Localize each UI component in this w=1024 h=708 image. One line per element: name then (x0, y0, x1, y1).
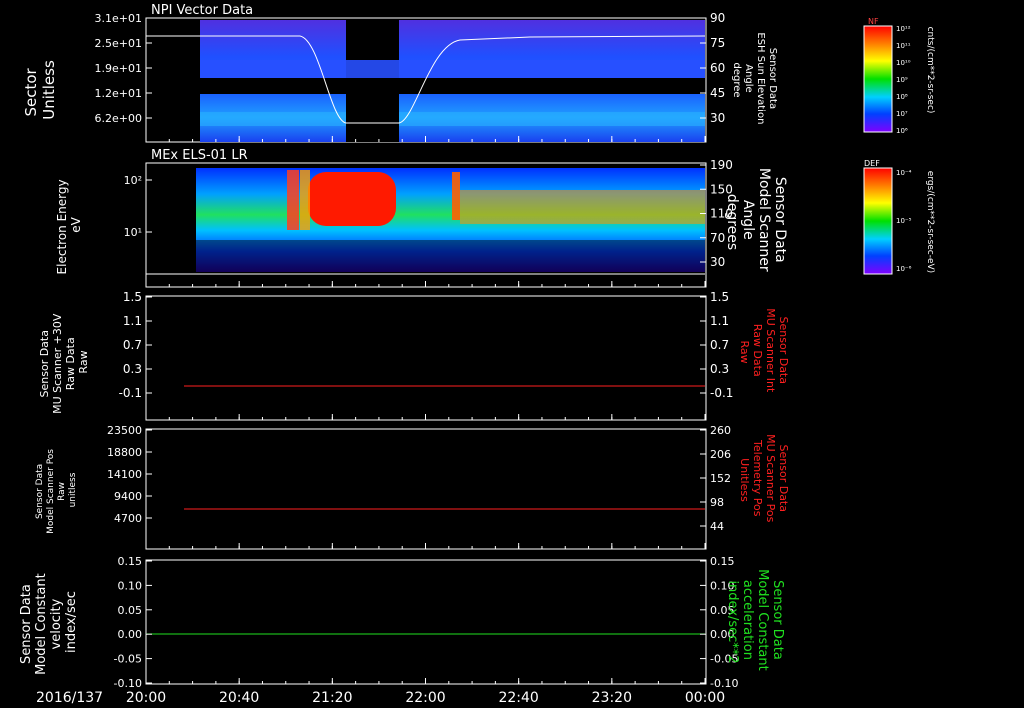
panel-5-left-tick-label: 0.05 (118, 604, 143, 617)
panel-2-left-tick-label: 10² (124, 174, 142, 187)
time-tick-label: 23:20 (592, 690, 632, 706)
spectrogram-2-burst-edge (300, 170, 310, 230)
panel-1-right-tick-label: 75 (710, 36, 725, 50)
panel-1-spectrogram (200, 20, 705, 142)
panel-4-right-tick-label: 44 (710, 520, 724, 533)
panel-3-left-tick-label: -0.1 (119, 386, 142, 400)
spectrogram-band-low-a (200, 112, 346, 126)
panel-5-left-tick-label: -0.10 (114, 677, 142, 690)
spectrogram-2-burst-b (308, 172, 396, 226)
panel-5-left-tick-label: 0.10 (118, 579, 143, 592)
panel-3-right-tick-label: 0.7 (710, 338, 729, 352)
panel-1-right-tick-label: 90 (710, 11, 725, 25)
panel-4-right-tick-label: 206 (710, 448, 731, 461)
spectrogram-band-mid (200, 60, 705, 78)
colorbar-1-unit: cnts/(cm**2-sr-sec) (925, 27, 935, 114)
panel-1-left-tick-label: 6.2e+00 (95, 112, 142, 125)
panel-5-left-tick-label: 0.15 (118, 555, 143, 568)
colorbar-2-unit: ergs/(cm**2-sr-sec-eV) (925, 171, 935, 273)
panel-2-left-tick-label: 10¹ (124, 226, 142, 239)
colorbar-1-title: NF (868, 17, 879, 26)
spectrogram-2-burst-c (452, 172, 460, 220)
panel-5-right-tick-label: -0.10 (710, 677, 738, 690)
spectrogram-2-low-energy (196, 240, 705, 272)
panel-3-right-tick-label: 0.3 (710, 362, 729, 376)
panel-3-right-tick-label: 1.1 (710, 314, 729, 328)
colorbar-1-tick-label: 10⁸ (896, 93, 908, 101)
time-tick-label: 22:40 (498, 690, 538, 706)
panel-2-right-tick-label: 30 (710, 255, 725, 269)
panel-1-right-tick-label: 60 (710, 61, 725, 75)
panel-1-right-tick-label: 45 (710, 86, 725, 100)
spectrogram-2-band (460, 190, 705, 224)
time-axis-date: 2016/137 (36, 690, 103, 706)
time-tick-label: 21:20 (312, 690, 352, 706)
panel-5-left-tick-label: -0.05 (114, 653, 142, 666)
panel-4-left-tick-label: 14100 (107, 468, 142, 481)
colorbar-2-tick-label: 10⁻⁵ (896, 217, 912, 225)
panel-4-left-tick-label: 9400 (114, 490, 142, 503)
panel-5-right-label: Sensor Data Model Constant acceleration … (725, 569, 785, 675)
panel-4-left-tick-label: 23500 (107, 424, 142, 437)
colorbar-1-tick-label: 10⁹ (896, 76, 908, 84)
panel-4-left-tick-label: 18800 (107, 446, 142, 459)
panel-1-left-tick-label: 1.2e+01 (95, 87, 142, 100)
panel-4-right-tick-label: 260 (710, 424, 731, 437)
colorbar-1 (863, 25, 893, 133)
colorbar-1-tick-label: 10¹⁰ (896, 59, 911, 67)
time-tick-label: 20:40 (219, 690, 259, 706)
panel-2-title: MEx ELS-01 LR (151, 148, 248, 163)
panel-2-spectrogram (196, 168, 705, 272)
colorbar-2 (863, 167, 893, 275)
time-tick-label: 00:00 (685, 690, 725, 706)
colorbar-1-tick-label: 10¹² (896, 25, 911, 33)
panel-1-left-tick-label: 1.9e+01 (95, 62, 142, 75)
panel-4-left-tick-label: 4700 (114, 512, 142, 525)
panel-3-left-tick-label: 0.3 (123, 362, 142, 376)
spectrogram-band-low-b (399, 112, 705, 126)
colorbar-1-tick-label: 10¹¹ (896, 42, 911, 50)
panel-3-right-tick-label: 1.5 (710, 290, 729, 304)
panel-1-right-tick-label: 30 (710, 111, 725, 125)
panel-2-right-tick-label: 190 (710, 158, 733, 172)
panel-1-left-tick-label: 3.1e+01 (95, 12, 142, 25)
spectrogram-2-burst-a (287, 170, 299, 230)
panel-1-left-label: Sector Unitless (22, 60, 58, 120)
colorbar-1-tick-label: 10⁷ (896, 110, 908, 118)
figure: NPI Vector Data 3.1e+01 2.5e+01 1.9e+01 1.2… (0, 0, 1024, 708)
panel-3-left-tick-label: 0.7 (123, 338, 142, 352)
panel-3-left-tick-label: 1.1 (123, 314, 142, 328)
colorbar-1-tick-label: 10⁶ (896, 127, 908, 135)
spectrogram-data-gap (346, 20, 399, 142)
panel-4-right-tick-label: 152 (710, 472, 731, 485)
panel-2-right-tick-label: 70 (710, 231, 725, 245)
time-tick-label: 20:00 (126, 690, 166, 706)
colorbar-2-tick-label: 10⁻⁶ (896, 265, 912, 273)
spectrogram-gap-band (200, 78, 705, 94)
panel-4-right-tick-label: 98 (710, 496, 724, 509)
panel-5-left-tick-label: 0.00 (118, 628, 143, 641)
time-tick-label: 22:00 (405, 690, 445, 706)
panel-5-right-tick-label: 0.15 (710, 555, 735, 568)
colorbar-2-tick-label: 10⁻⁴ (896, 169, 912, 177)
panel-3-left-tick-label: 1.5 (123, 290, 142, 304)
panel-3-right-tick-label: -0.1 (710, 386, 733, 400)
panel-1-title: NPI Vector Data (151, 3, 253, 18)
panel-1-left-tick-label: 2.5e+01 (95, 37, 142, 50)
colorbar-2-title: DEF (864, 159, 880, 168)
